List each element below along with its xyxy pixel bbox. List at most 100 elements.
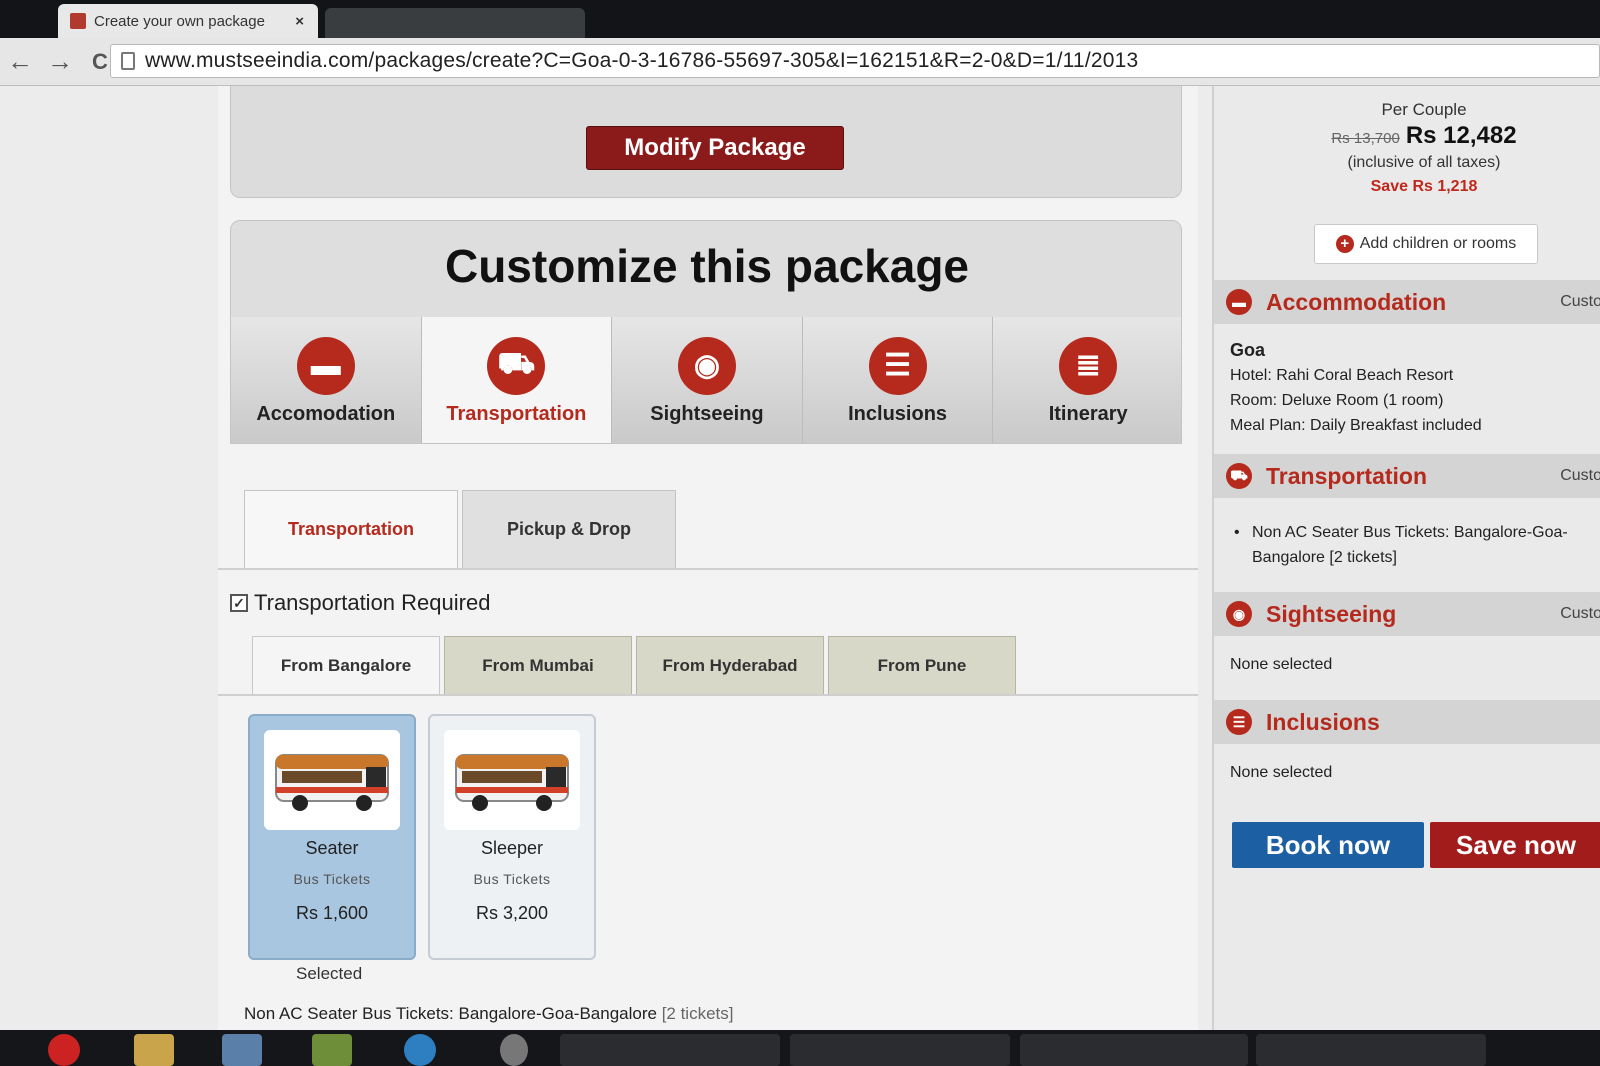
tab-from-mumbai[interactable]: From Mumbai [444,636,632,694]
transportation-section-header: ⛟ Transportation Custo [1214,454,1600,498]
tab-title: Create your own package [94,12,265,30]
summary-text: Non AC Seater Bus Tickets: Bangalore-Goa… [244,1004,657,1023]
price-box: Per Couple Rs 13,700 Rs 12,482 (inclusive… [1214,86,1600,280]
list-icon: ☰ [868,336,927,395]
customize-heading: Customize this package [444,240,970,292]
car-icon: ⛟ [487,336,546,395]
bed-icon: ▬ [296,336,355,395]
save-now-button[interactable]: Save now [1430,822,1600,868]
tab-from-pune[interactable]: From Pune [828,636,1016,694]
eye-icon: ◉ [677,336,736,395]
app-icon[interactable] [312,1034,352,1066]
modify-package-button[interactable]: Modify Package [586,126,844,170]
section-title: Accommodation [1266,288,1447,315]
customize-link[interactable]: Custo [1560,293,1600,311]
favicon-icon [70,13,86,29]
transport-required-row: ✓ Transportation Required [230,590,490,616]
package-summary-sidebar: Per Couple Rs 13,700 Rs 12,482 (inclusive… [1212,86,1600,1030]
city-tabs: From Bangalore From Mumbai From Hyderaba… [218,636,1198,696]
section-title: Inclusions [1266,708,1380,735]
page-icon [121,52,135,70]
car-icon: ⛟ [1226,463,1252,489]
taskbar-window-button[interactable] [790,1034,1010,1066]
section-title: Sightseeing [1266,600,1397,627]
url-text[interactable]: www.mustseeindia.com/packages/create?C=G… [145,49,1138,73]
subtab-pickup-drop[interactable]: Pickup & Drop [462,490,676,568]
close-tab-icon[interactable]: × [295,13,304,30]
list-icon: ☰ [1226,709,1252,735]
accommodation-meal: Meal Plan: Daily Breakfast included [1230,417,1482,434]
tab-accomodation[interactable]: ▬ Accomodation [231,317,422,443]
savings-note: Save Rs 1,218 [1370,178,1478,195]
tab-transportation[interactable]: ⛟ Transportation [421,317,613,443]
price-line: Rs 13,700 Rs 12,482 [1214,122,1600,150]
option-price: Rs 1,600 [295,903,369,923]
transport-subtabs: Transportation Pickup & Drop [218,490,1198,570]
transportation-details: Non AC Seater Bus Tickets: Bangalore-Goa… [1230,520,1590,570]
bed-icon: ▬ [1226,289,1252,315]
customize-link[interactable]: Custo [1560,605,1600,623]
accommodation-hotel: Hotel: Rahi Coral Beach Resort [1230,367,1454,384]
subtab-transportation[interactable]: Transportation [244,490,458,568]
settings-icon[interactable] [500,1034,528,1066]
seater-option-card[interactable]: Seater Bus Tickets Rs 1,600 [248,714,416,960]
per-couple-label: Per Couple [1381,100,1467,119]
browser-tab-inactive[interactable] [325,8,585,38]
forward-arrow-icon[interactable]: → [40,46,80,77]
address-bar[interactable]: www.mustseeindia.com/packages/create?C=G… [110,44,1600,78]
book-now-button[interactable]: Book now [1232,822,1424,868]
app-icon[interactable] [222,1034,262,1066]
transport-required-label[interactable]: Transportation Required [254,590,490,616]
sleeper-option-card[interactable]: Sleeper Bus Tickets Rs 3,200 [428,714,596,960]
add-children-rooms-button[interactable]: + Add children or rooms [1314,224,1538,264]
tab-itinerary[interactable]: ≣ Itinerary [993,317,1181,443]
taskbar-window-button[interactable] [560,1034,780,1066]
browser-tab-strip: Create your own package × [0,0,1600,38]
tab-label: Sightseeing [650,402,764,425]
customize-panel: Customize this package ▬ Accomodation ⛟ … [230,220,1182,444]
option-price: Rs 3,200 [475,903,549,923]
old-price: Rs 13,700 [1331,130,1400,147]
folder-icon[interactable] [134,1034,174,1066]
taskbar-window-button[interactable] [1256,1034,1486,1066]
inclusions-details: None selected [1230,764,1333,781]
os-taskbar [0,1030,1600,1066]
transportation-item: Non AC Seater Bus Tickets: Bangalore-Goa… [1230,520,1590,570]
tab-inclusions[interactable]: ☰ Inclusions [802,317,994,443]
tab-from-bangalore[interactable]: From Bangalore [252,636,440,694]
tab-label: Accomodation [256,402,396,425]
accommodation-section-header: ▬ Accommodation Custo [1214,280,1600,324]
back-arrow-icon[interactable]: ← [0,46,40,77]
page-body: Modify Package Customize this package ▬ … [0,86,1600,1030]
transport-required-checkbox[interactable]: ✓ [230,594,248,612]
option-name: Sleeper [480,838,544,858]
plus-circle-icon: + [1335,235,1354,253]
option-name: Seater [305,838,359,858]
accommodation-city: Goa [1230,340,1266,360]
opera-icon[interactable] [48,1034,80,1066]
tab-label: Inclusions [848,402,948,425]
tab-sightseeing[interactable]: ◉ Sightseeing [612,317,803,443]
document-icon: ≣ [1059,336,1118,395]
browser-icon[interactable] [404,1034,436,1066]
eye-icon: ◉ [1226,601,1252,627]
option-subtitle: Bus Tickets [473,871,551,887]
transport-summary: Non AC Seater Bus Tickets: Bangalore-Goa… [244,1004,734,1024]
taxes-note: (inclusive of all taxes) [1347,154,1501,171]
customize-link[interactable]: Custo [1560,467,1600,485]
sightseeing-section-header: ◉ Sightseeing Custo [1214,592,1600,636]
sightseeing-details: None selected [1230,656,1333,673]
tab-label: Itinerary [1048,402,1128,425]
accommodation-details: Goa Hotel: Rahi Coral Beach Resort Room:… [1230,338,1482,438]
current-price: Rs 12,482 [1405,122,1517,149]
main-content: Modify Package Customize this package ▬ … [218,86,1198,1030]
option-subtitle: Bus Tickets [293,871,371,887]
taskbar-window-button[interactable] [1020,1034,1248,1066]
modify-panel: Modify Package [230,86,1182,198]
add-button-label: Add children or rooms [1359,235,1517,252]
tab-from-hyderabad[interactable]: From Hyderabad [636,636,824,694]
tab-label: Transportation [446,402,587,425]
summary-count: [2 tickets] [661,1004,734,1023]
browser-tab-active[interactable]: Create your own package × [58,4,318,38]
browser-toolbar: ← → C www.mustseeindia.com/packages/crea… [0,38,1600,86]
